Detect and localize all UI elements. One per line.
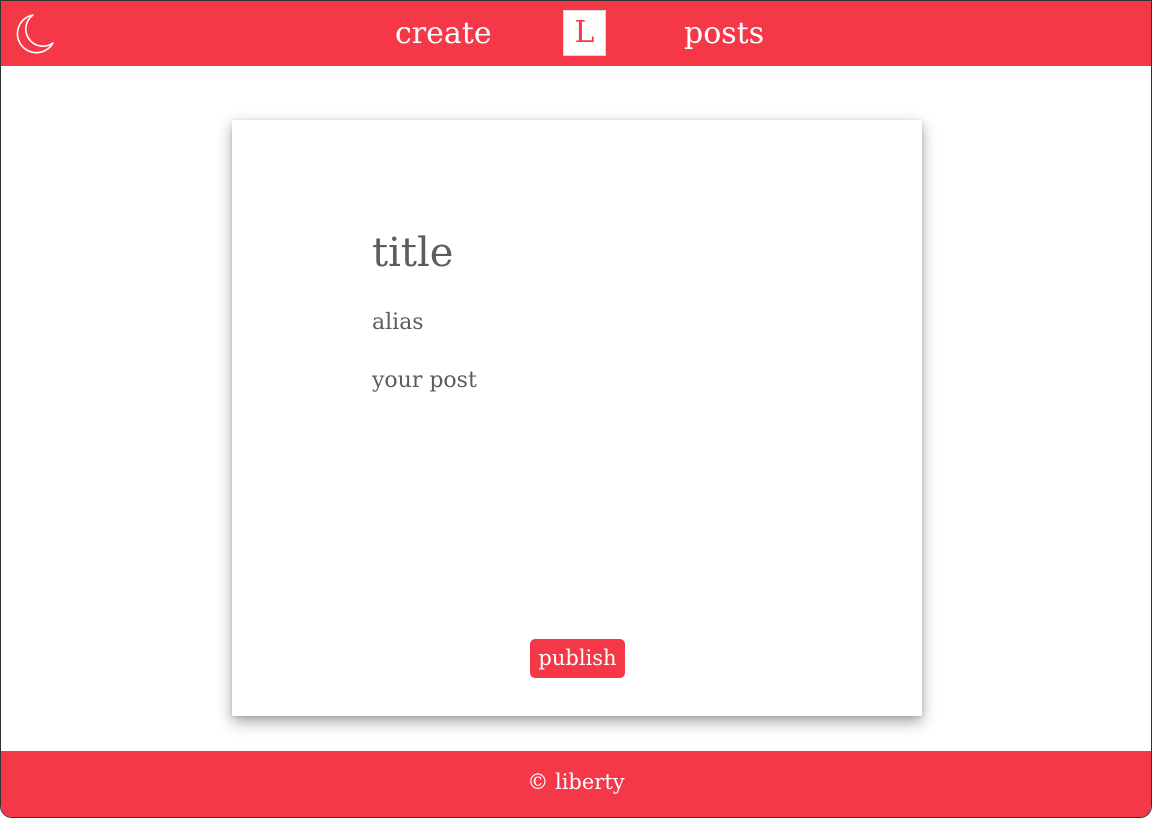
logo-home-button[interactable]: L xyxy=(563,10,606,56)
title-input[interactable] xyxy=(372,226,792,280)
publish-button[interactable]: publish xyxy=(530,639,625,678)
nav-posts-link[interactable]: posts xyxy=(684,14,764,54)
alias-input[interactable] xyxy=(372,306,792,338)
top-navbar: create L posts xyxy=(1,1,1151,66)
moon-icon[interactable] xyxy=(13,13,55,55)
footer-copyright: © liberty xyxy=(527,770,625,794)
nav-create-link[interactable]: create xyxy=(395,14,492,54)
post-editor-card: publish xyxy=(232,120,922,716)
post-body-textarea[interactable] xyxy=(372,366,792,606)
app-window: create L posts publish © liberty xyxy=(0,0,1152,818)
footer: © liberty xyxy=(1,751,1151,817)
